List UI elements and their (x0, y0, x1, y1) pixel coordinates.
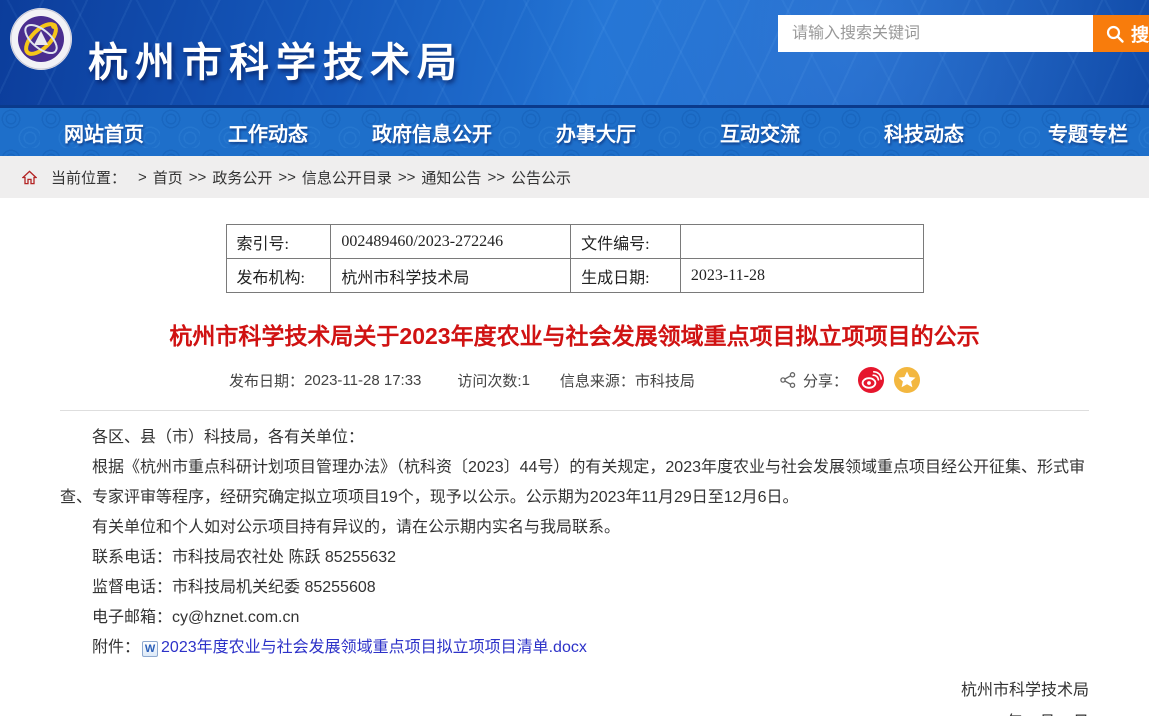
search-icon (1105, 24, 1125, 44)
file-number-label: 文件编号: (571, 225, 681, 259)
file-number-value (680, 225, 923, 259)
breadcrumb-item-home[interactable]: 首页 (153, 167, 183, 188)
publish-date-value: 2023-11-28 17:33 (304, 372, 421, 389)
search-button-label: 搜索 (1131, 21, 1149, 47)
breadcrumb-separator: >> (278, 169, 296, 186)
paragraph-salutation: 各区、县（市）科技局，各有关单位： (60, 423, 1089, 453)
weibo-icon[interactable] (858, 367, 884, 393)
nav-item-tech-news[interactable]: 科技动态 (842, 108, 1006, 156)
attachment-line: 附件：W2023年度农业与社会发展领域重点项目拟立项项目清单.docx (60, 633, 1089, 663)
nav-item-home[interactable]: 网站首页 (22, 108, 186, 156)
breadcrumb-item-gov-open[interactable]: 政务公开 (212, 167, 272, 188)
issuer-value: 杭州市科学技术局 (331, 259, 571, 293)
breadcrumb-separator: >> (487, 169, 505, 186)
bureau-emblem-logo (9, 7, 73, 71)
breadcrumb-separator: >> (189, 169, 207, 186)
visit-count-label: 访问次数: (457, 370, 521, 391)
info-source: 信息来源： 市科技局 (560, 370, 695, 391)
generate-date-label: 生成日期: (571, 259, 681, 293)
paragraph-objection: 有关单位和个人如对公示项目持有异议的，请在公示期内实名与我局联系。 (60, 513, 1089, 543)
breadcrumb-label: 当前位置： (51, 167, 126, 188)
breadcrumb-separator: >> (398, 169, 416, 186)
home-icon (22, 170, 37, 185)
attachment-link[interactable]: 2023年度农业与社会发展领域重点项目拟立项项目清单.docx (161, 639, 587, 656)
search-box: 搜索 (778, 15, 1149, 52)
signature-date: 2023年11月28日 (60, 707, 1089, 716)
nav-item-interaction[interactable]: 互动交流 (678, 108, 842, 156)
word-doc-icon: W (142, 641, 158, 657)
breadcrumb-item-info-catalog[interactable]: 信息公开目录 (302, 167, 392, 188)
breadcrumb-item-announcements[interactable]: 公告公示 (511, 167, 571, 188)
page-title: 杭州市科学技术局关于2023年度农业与社会发展领域重点项目拟立项项目的公示 (60, 317, 1089, 351)
qzone-icon[interactable] (894, 367, 920, 393)
share-label: 分享： (803, 370, 848, 391)
doc-meta-table: 索引号: 002489460/2023-272246 文件编号: 发布机构: 杭… (226, 224, 924, 293)
index-number-label: 索引号: (226, 225, 331, 259)
share-icon (779, 371, 797, 389)
paragraph-email: 电子邮箱：cy@hznet.com.cn (60, 603, 1089, 633)
breadcrumb-item-notices[interactable]: 通知公告 (421, 167, 481, 188)
attachment-label: 附件： (92, 639, 140, 656)
article-page: 索引号: 002489460/2023-272246 文件编号: 发布机构: 杭… (0, 224, 1149, 716)
visit-count: 访问次数: 1 (457, 370, 530, 391)
info-source-label: 信息来源： (560, 370, 635, 391)
nav-item-gov-info[interactable]: 政府信息公开 (350, 108, 514, 156)
search-button[interactable]: 搜索 (1093, 15, 1149, 52)
publish-date-label: 发布日期： (229, 370, 304, 391)
generate-date-value: 2023-11-28 (680, 259, 923, 293)
search-input[interactable] (778, 15, 1093, 52)
table-row: 索引号: 002489460/2023-272246 文件编号: (226, 225, 923, 259)
article-body: 各区、县（市）科技局，各有关单位： 根据《杭州市重点科研计划项目管理办法》（杭科… (60, 411, 1089, 716)
share-group: 分享： (779, 367, 920, 393)
publish-date: 发布日期： 2023-11-28 17:33 (229, 370, 421, 391)
table-row: 发布机构: 杭州市科学技术局 生成日期: 2023-11-28 (226, 259, 923, 293)
paragraph-contact-phone: 联系电话：市科技局农社处 陈跃 85255632 (60, 543, 1089, 573)
nav-item-special-topics[interactable]: 专题专栏 (1006, 108, 1149, 156)
paragraph-supervise-phone: 监督电话：市科技局机关纪委 85255608 (60, 573, 1089, 603)
visit-count-value: 1 (522, 372, 530, 389)
breadcrumb-separator: > (138, 169, 147, 186)
site-header: 杭州市科学技术局 搜索 (0, 0, 1149, 108)
info-source-value: 市科技局 (635, 370, 695, 391)
signature-block: 杭州市科学技术局 2023年11月28日 (60, 675, 1089, 716)
article-meta-row: 发布日期： 2023-11-28 17:33 访问次数: 1 信息来源： 市科技… (60, 367, 1089, 393)
breadcrumb: 当前位置： > 首页 >> 政务公开 >> 信息公开目录 >> 通知公告 >> … (0, 156, 1149, 198)
nav-item-work-news[interactable]: 工作动态 (186, 108, 350, 156)
nav-item-service-hall[interactable]: 办事大厅 (514, 108, 678, 156)
index-number-value: 002489460/2023-272246 (331, 225, 571, 259)
issuer-label: 发布机构: (226, 259, 331, 293)
site-title: 杭州市科学技术局 (88, 30, 464, 88)
paragraph-main: 根据《杭州市重点科研计划项目管理办法》（杭科资〔2023〕44号）的有关规定，2… (60, 453, 1089, 513)
signature-org: 杭州市科学技术局 (60, 675, 1089, 707)
main-nav: 网站首页 工作动态 政府信息公开 办事大厅 互动交流 科技动态 专题专栏 (0, 108, 1149, 156)
